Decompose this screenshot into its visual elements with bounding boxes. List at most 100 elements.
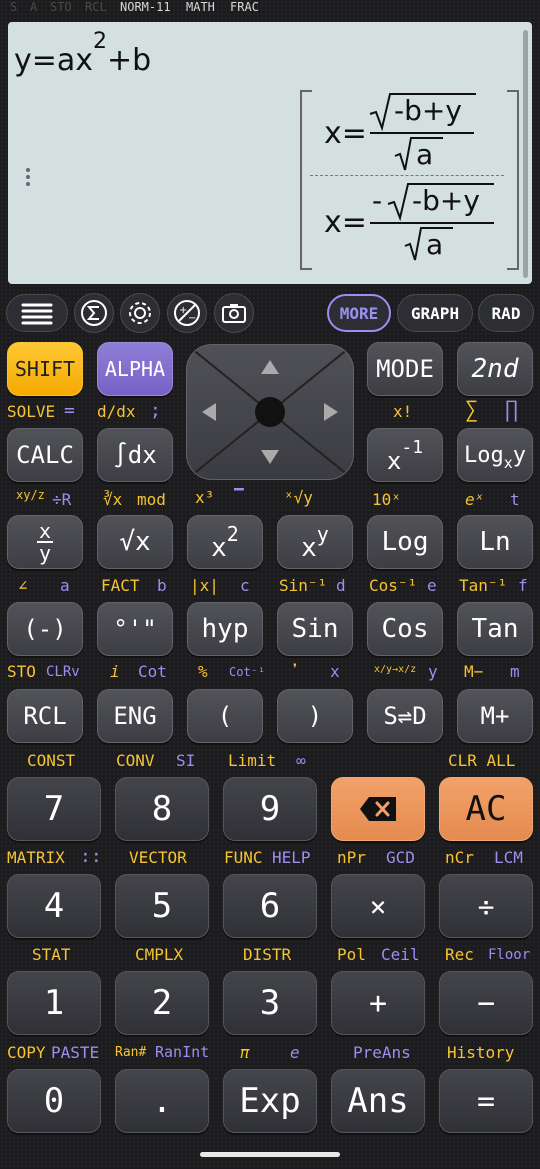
result-separator bbox=[310, 175, 504, 176]
label-sigma: ∑ bbox=[465, 398, 479, 423]
square-key[interactable]: x2 bbox=[187, 515, 263, 569]
second-key[interactable]: 2nd bbox=[457, 342, 533, 396]
result2-lhs: x= bbox=[324, 205, 367, 240]
label-t: t bbox=[510, 490, 520, 509]
label-x: x bbox=[330, 662, 340, 681]
sqrt-key[interactable]: √x bbox=[97, 515, 173, 569]
equals-key[interactable]: = bbox=[439, 1069, 533, 1133]
hyp-key[interactable]: hyp bbox=[187, 602, 263, 656]
result1-denominator: a bbox=[416, 138, 434, 171]
label-ddx: d/dx bbox=[97, 402, 136, 421]
label-f: f bbox=[518, 576, 528, 595]
key-9[interactable]: 9 bbox=[223, 777, 317, 841]
power-base: x bbox=[301, 533, 317, 563]
square-base: x bbox=[211, 533, 227, 563]
decimal-key[interactable]: . bbox=[115, 1069, 209, 1133]
label-c: c bbox=[240, 576, 250, 595]
key-4[interactable]: 4 bbox=[7, 874, 101, 938]
key-8[interactable]: 8 bbox=[115, 777, 209, 841]
shift-key[interactable]: SHIFT bbox=[7, 342, 83, 396]
label-cube: x³ bbox=[195, 488, 215, 507]
calculator-display[interactable]: y=ax2+b x= -b+y a x= - -b+y a bbox=[8, 22, 532, 284]
left-paren-key[interactable]: ( bbox=[187, 689, 263, 743]
label-semicolon: ; bbox=[150, 400, 161, 421]
right-paren-key[interactable]: ) bbox=[277, 689, 353, 743]
label-d: d bbox=[336, 576, 346, 595]
label-floor: Floor bbox=[488, 947, 531, 963]
degrees-minutes-seconds-key[interactable]: °'" bbox=[97, 602, 173, 656]
label-cmplx: CMPLX bbox=[135, 945, 184, 964]
key-3[interactable]: 3 bbox=[223, 971, 317, 1035]
s-to-d-key[interactable]: S⇌D bbox=[367, 689, 443, 743]
ac-key[interactable]: AC bbox=[439, 777, 533, 841]
settings-button[interactable] bbox=[120, 293, 160, 333]
subtract-key[interactable]: − bbox=[439, 971, 533, 1035]
log-base-y: y bbox=[512, 442, 527, 468]
negative-key[interactable]: (-) bbox=[7, 602, 83, 656]
integral-key[interactable]: ∫dx bbox=[97, 428, 173, 482]
delete-key[interactable] bbox=[331, 777, 425, 841]
result2-negative: - bbox=[372, 184, 383, 217]
label-y: y bbox=[428, 662, 438, 681]
label-solve-eq: = bbox=[64, 400, 75, 421]
result2-denominator: a bbox=[426, 228, 444, 261]
inverse-key[interactable]: x -1 bbox=[367, 428, 443, 482]
label-pi: π bbox=[240, 1043, 250, 1062]
rcl-key[interactable]: RCL bbox=[7, 689, 83, 743]
menu-button[interactable] bbox=[6, 294, 68, 332]
backspace-icon bbox=[360, 797, 396, 821]
fraction-den: y bbox=[38, 541, 52, 565]
status-frac: FRAC bbox=[230, 0, 259, 14]
log-key[interactable]: Log bbox=[367, 515, 443, 569]
label-gcd: GCD bbox=[386, 848, 415, 867]
label-solve: SOLVE bbox=[7, 402, 56, 421]
key-1[interactable]: 1 bbox=[7, 971, 101, 1035]
mode-key[interactable]: MODE bbox=[367, 342, 443, 396]
label-bar: ▔ bbox=[234, 488, 244, 507]
divide-key[interactable]: ÷ bbox=[439, 874, 533, 938]
key-6[interactable]: 6 bbox=[223, 874, 317, 938]
calc-key[interactable]: CALC bbox=[7, 428, 83, 482]
rad-button[interactable]: RAD bbox=[478, 294, 534, 332]
cos-key[interactable]: Cos bbox=[367, 602, 443, 656]
alpha-key[interactable]: ALPHA bbox=[97, 342, 173, 396]
display-scrollbar[interactable] bbox=[523, 30, 528, 278]
sin-key[interactable]: Sin bbox=[277, 602, 353, 656]
inverse-base: x bbox=[386, 447, 402, 475]
home-indicator[interactable] bbox=[200, 1152, 340, 1157]
fraction-key[interactable]: xy bbox=[7, 515, 83, 569]
input-eq: = bbox=[31, 43, 57, 78]
graph-button[interactable]: GRAPH bbox=[397, 294, 473, 332]
more-button[interactable]: MORE bbox=[327, 294, 391, 332]
direction-pad[interactable] bbox=[186, 344, 354, 480]
ln-key[interactable]: Ln bbox=[457, 515, 533, 569]
sum-button[interactable] bbox=[74, 293, 114, 333]
label-conv-fraction: x/y→x/z bbox=[374, 664, 417, 675]
label-e: e bbox=[427, 576, 437, 595]
ans-key[interactable]: Ans bbox=[331, 1069, 425, 1133]
input-y: y bbox=[14, 43, 32, 78]
left-bracket bbox=[300, 90, 312, 270]
label-div-r: ÷R bbox=[52, 490, 72, 509]
camera-button[interactable] bbox=[214, 293, 254, 333]
label-factorial: x! bbox=[393, 402, 413, 421]
plus-minus-button[interactable]: + − bbox=[167, 293, 207, 333]
power-key[interactable]: xy bbox=[277, 515, 353, 569]
tan-key[interactable]: Tan bbox=[457, 602, 533, 656]
key-7[interactable]: 7 bbox=[7, 777, 101, 841]
log-base-key[interactable]: Log x y bbox=[457, 428, 533, 482]
key-5[interactable]: 5 bbox=[115, 874, 209, 938]
more-vertical-icon[interactable] bbox=[25, 168, 31, 189]
exp-key[interactable]: Exp bbox=[223, 1069, 317, 1133]
multiply-key[interactable]: × bbox=[331, 874, 425, 938]
label-abs: |x| bbox=[190, 576, 219, 595]
add-key[interactable]: + bbox=[331, 971, 425, 1035]
key-0[interactable]: 0 bbox=[7, 1069, 101, 1133]
status-s: S bbox=[10, 0, 18, 14]
label-a: a bbox=[60, 576, 70, 595]
m-plus-key[interactable]: M+ bbox=[457, 689, 533, 743]
key-2[interactable]: 2 bbox=[115, 971, 209, 1035]
eng-key[interactable]: ENG bbox=[97, 689, 173, 743]
label-ceil: Ceil bbox=[381, 945, 420, 964]
label-infinity: ∞ bbox=[296, 751, 306, 770]
